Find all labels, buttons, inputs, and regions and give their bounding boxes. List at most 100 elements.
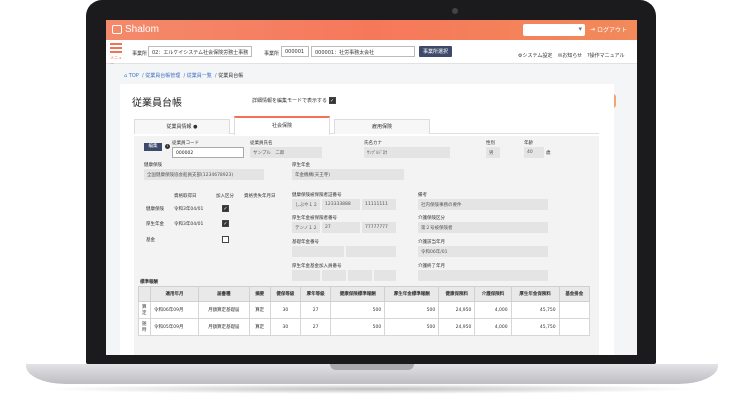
acquisition-date-header: 資格取得日 [174,194,197,199]
tab-employment-insurance[interactable]: 雇用保険 [334,119,430,134]
logo-text: Shalom [125,24,159,35]
table-header-row: 適用年月 届書種 摘要 健保等級 厚年等級 健康保険標準報酬 厚生年金標準報酬 … [138,286,591,302]
worksite-select[interactable]: 000001：社労事務太会社 [311,46,415,57]
pension-no-2: 27 [322,222,360,233]
top-bar: Shalom ▾ ⇥ ログアウト [106,20,637,40]
care-end-value [418,270,548,281]
logo-icon [112,25,122,34]
breadcrumb: ⌂ TOP / 従業員台帳管理 / 従業員一覧 / 従業員台帳 [124,73,244,79]
table-header: 厚年等級 [299,286,332,302]
menu-button[interactable]: メニュー [110,43,124,66]
fund-no-2 [322,270,346,281]
remarks-value: 社内保険事務の要件 [418,199,548,210]
laptop-shadow [40,384,704,394]
table-header: 厚生年金標準報酬 [384,286,440,302]
table-header [138,286,151,302]
standard-table-title: 標準報酬 [140,280,158,285]
health-card-branch: 11111111 [362,199,396,210]
system-settings-link[interactable]: ⚙システム設定 [518,52,552,59]
tab-social-insurance[interactable]: 社会保険 [234,116,330,135]
manual-link[interactable]: ?操作マニュアル [587,52,625,59]
table-header: 健保等級 [269,286,301,302]
system-settings-label: システム設定 [522,53,553,59]
worksite-change-button[interactable]: 事業所選択 [419,46,453,57]
table-cell: 30 [269,318,301,336]
standard-remuneration-table: 適用年月 届書種 摘要 健保等級 厚年等級 健康保険標準報酬 厚生年金標準報酬 … [138,286,591,336]
detail-toggle-label: 詳細情報を編集モードで表示する [252,98,328,104]
fund-no-label: 厚生年金基金加入員番号 [292,264,342,269]
page-title: 従業員台帳 [132,98,182,109]
table-cell: 4,000 [474,301,512,319]
table-header: 摘要 [248,286,271,302]
notice-link[interactable]: ✉お知らせ [558,52,582,59]
tab-employee-info[interactable]: 従業員情報 ● [134,119,230,134]
loss-date-header: 資格喪失年月日 [244,194,276,199]
gender-value: 男 [486,147,500,158]
table-cell: 24,950 [438,301,476,319]
basic-no-label: 基礎年金番号 [292,240,319,245]
table-cell: 令和06年09月 [150,301,199,319]
social-insurance-panel: 編集 i 従業員コード 000002 従業員氏名 サンプル 二郎 氏名カナ ｻﾝ… [134,136,599,355]
employee-name-value: サンプル 二郎 [250,147,322,158]
table-row[interactable]: 随時 令和05年09月 月額算定基礎届 算定 30 27 500 500 24,… [138,318,591,336]
table-cell: 500 [330,318,386,336]
detail-toggle[interactable]: 詳細情報を編集モードで表示する ✓ [252,97,336,104]
app-logo[interactable]: Shalom [112,24,159,35]
age-value: 40 [524,147,544,158]
table-cell: 月額算定基礎届 [197,301,250,319]
health-card-number: 123333888 [322,199,360,210]
breadcrumb-top[interactable]: TOP [129,73,139,79]
table-cell: 45,750 [510,301,560,319]
employee-code-field[interactable]: 000002 [172,147,244,158]
table-cell: 算定 [138,301,151,319]
laptop-frame: Shalom ▾ ⇥ ログアウト メニュー 事業所 02：エルケイシステム社会保… [0,0,744,408]
manual-label: 操作マニュアル [589,53,625,59]
worksite-code-input[interactable]: 000001 [281,46,309,57]
fund-no-1 [292,270,320,281]
table-cell: 24,950 [438,318,476,336]
tab-bar: 従業員情報 ● 社会保険 雇用保険 [134,116,599,135]
table-cell: 令和05年09月 [150,318,199,336]
camera-icon [452,8,458,14]
table-cell: 月額算定基礎届 [197,318,250,336]
chevron-down-icon: ▾ [578,25,582,33]
breadcrumb-employee-list[interactable]: 従業員一覧 [187,73,212,79]
table-cell: 500 [384,318,440,336]
worksite-label: 事業所 [264,51,280,57]
employee-code-label: 従業員コード [172,141,199,146]
fund-joined-checkbox[interactable] [222,236,229,243]
edit-button[interactable]: 編集 [144,143,162,151]
breadcrumb-ledger-management[interactable]: 従業員台帳管理 [145,73,180,79]
office-select[interactable]: 02：エルケイシステム社会保険労務士事務 [148,46,252,57]
menu-bar-icon [110,47,122,49]
care-start-label: 介護該当年月 [418,240,445,245]
remarks-label: 備考 [418,193,427,198]
top-select[interactable]: ▾ [523,24,585,36]
pension-joined-checkbox[interactable]: ✓ [222,220,229,227]
detail-toggle-checkbox[interactable]: ✓ [328,97,336,104]
table-cell: 27 [299,301,332,319]
home-icon: ⌂ [124,73,128,79]
table-cell: 500 [330,301,386,319]
age-label: 年齢 [524,141,533,146]
health-joined-checkbox[interactable]: ✓ [222,205,229,212]
logout-label: ログアウト [597,27,628,34]
table-cell [558,318,591,336]
kana-label: 氏名カナ [364,141,382,146]
table-cell: 27 [299,318,332,336]
table-cell: 45,750 [510,318,560,336]
notice-label: お知らせ [562,53,583,59]
logout-link[interactable]: ⇥ ログアウト [590,25,627,34]
care-type-value: 第２号被保険者 [418,222,548,233]
table-header: 厚生年金保険料 [510,286,560,302]
acq-row-label: 健康保険 [146,207,164,212]
basic-no-1 [292,246,344,257]
table-cell: 算定 [248,301,271,319]
table-cell: 500 [384,301,440,319]
tab-employee-info-label: 従業員情報 [166,124,192,130]
pension-label: 厚生年金 [292,163,310,168]
table-row[interactable]: 算定 令和06年09月 月額算定基礎届 算定 30 27 500 500 24,… [138,301,591,319]
table-cell: 30 [269,301,301,319]
acq-row-date: 令和3年04/01 [174,207,204,212]
pension-no-1: テンノ１２ [292,222,320,233]
